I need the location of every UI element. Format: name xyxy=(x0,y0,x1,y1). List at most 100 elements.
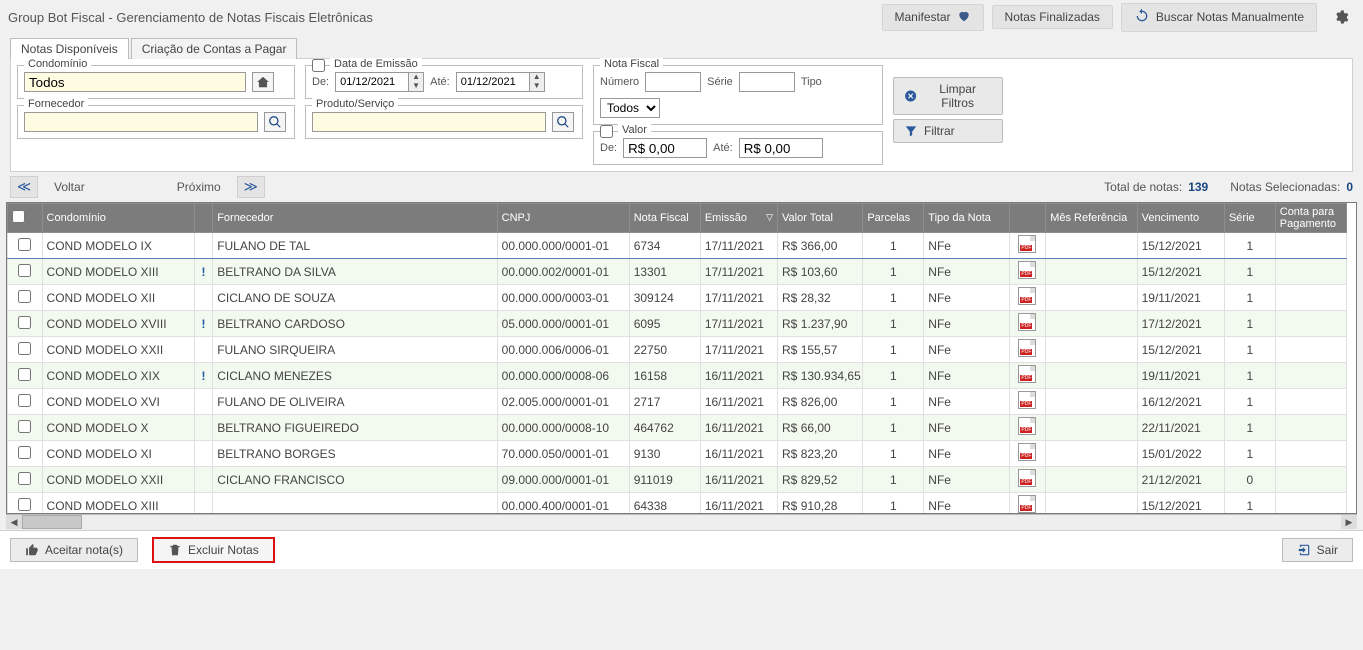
data-ate-input[interactable]: ▲▼ xyxy=(456,72,545,92)
table-row[interactable]: COND MODELO XVIFULANO DE OLIVEIRA02.005.… xyxy=(8,389,1347,415)
proximo-button[interactable]: ≫ xyxy=(237,176,265,198)
pdf-icon[interactable] xyxy=(1018,313,1036,331)
row-checkbox[interactable] xyxy=(18,394,31,407)
settings-button[interactable] xyxy=(1327,3,1355,31)
table-row[interactable]: COND MODELO XBELTRANO FIGUEIREDO00.000.0… xyxy=(8,415,1347,441)
col-valor[interactable]: Valor Total xyxy=(778,204,863,233)
scroll-left-icon[interactable]: ◀ xyxy=(6,515,22,529)
table-row[interactable]: COND MODELO XVIII!BELTRANO CARDOSO05.000… xyxy=(8,311,1347,337)
buscar-notas-button[interactable]: Buscar Notas Manualmente xyxy=(1121,3,1317,32)
alert-icon: ! xyxy=(202,317,206,331)
cell-alert xyxy=(194,233,212,259)
voltar-button[interactable]: ≪ xyxy=(10,176,38,198)
col-fornecedor[interactable]: Fornecedor xyxy=(213,204,497,233)
sair-button[interactable]: Sair xyxy=(1282,538,1353,562)
cell-parcelas: 1 xyxy=(863,415,924,441)
row-checkbox[interactable] xyxy=(18,446,31,459)
col-vencimento[interactable]: Vencimento xyxy=(1137,204,1224,233)
row-checkbox[interactable] xyxy=(18,238,31,251)
condominio-lookup-button[interactable] xyxy=(252,72,274,92)
filtrar-button[interactable]: Filtrar xyxy=(893,119,1003,143)
col-conta[interactable]: Conta para Pagamento xyxy=(1275,204,1346,233)
table-row[interactable]: COND MODELO XXIIFULANO SIRQUEIRA00.000.0… xyxy=(8,337,1347,363)
row-checkbox[interactable] xyxy=(18,316,31,329)
valor-checkbox[interactable] xyxy=(600,125,613,138)
cell-fornecedor: FULANO DE TAL xyxy=(213,233,497,259)
manifestar-button[interactable]: Manifestar xyxy=(882,4,984,31)
valor-legend: Valor xyxy=(618,124,651,136)
col-cnpj[interactable]: CNPJ xyxy=(497,204,629,233)
app-title: Group Bot Fiscal - Gerenciamento de Nota… xyxy=(8,10,373,25)
chevron-down-icon[interactable]: ▼ xyxy=(530,82,544,91)
cell-conta xyxy=(1275,389,1346,415)
pdf-icon[interactable] xyxy=(1018,235,1036,253)
tab-contas-pagar[interactable]: Criação de Contas a Pagar xyxy=(131,38,298,59)
cell-pdf xyxy=(1009,285,1046,311)
cell-valor: R$ 130.934,65 xyxy=(778,363,863,389)
table-row[interactable]: COND MODELO XIX!CICLANO MENEZES00.000.00… xyxy=(8,363,1347,389)
table-row[interactable]: COND MODELO XXIICICLANO FRANCISCO09.000.… xyxy=(8,467,1347,493)
valor-ate-input[interactable] xyxy=(739,138,823,158)
excluir-notas-button[interactable]: Excluir Notas xyxy=(152,537,275,563)
serie-input[interactable] xyxy=(739,72,795,92)
cell-pdf xyxy=(1009,467,1046,493)
col-emissao[interactable]: Emissão xyxy=(700,204,777,233)
row-checkbox[interactable] xyxy=(18,368,31,381)
pdf-icon[interactable] xyxy=(1018,391,1036,409)
col-serie[interactable]: Série xyxy=(1224,204,1275,233)
table-row[interactable]: COND MODELO XIII!BELTRANO DA SILVA00.000… xyxy=(8,259,1347,285)
pdf-icon[interactable] xyxy=(1018,287,1036,305)
row-checkbox[interactable] xyxy=(18,498,31,511)
row-checkbox[interactable] xyxy=(18,290,31,303)
col-nota-fiscal[interactable]: Nota Fiscal xyxy=(629,204,700,233)
aceitar-notas-button[interactable]: Aceitar nota(s) xyxy=(10,538,138,562)
pdf-icon[interactable] xyxy=(1018,365,1036,383)
cell-cnpj: 00.000.000/0008-10 xyxy=(497,415,629,441)
col-condominio[interactable]: Condomínio xyxy=(42,204,194,233)
cell-fornecedor: CICLANO DE SOUZA xyxy=(213,285,497,311)
cell-condominio: COND MODELO XII xyxy=(42,285,194,311)
nota-fiscal-legend: Nota Fiscal xyxy=(600,58,663,70)
row-checkbox[interactable] xyxy=(18,420,31,433)
table-row[interactable]: COND MODELO XIII00.000.400/0001-01643381… xyxy=(8,493,1347,514)
limpar-label: Limpar Filtros xyxy=(923,82,992,110)
pdf-icon[interactable] xyxy=(1018,469,1036,487)
col-mes[interactable]: Mês Referência xyxy=(1046,204,1137,233)
pdf-icon[interactable] xyxy=(1018,443,1036,461)
numero-input[interactable] xyxy=(645,72,701,92)
valor-de-input[interactable] xyxy=(623,138,707,158)
pdf-icon[interactable] xyxy=(1018,417,1036,435)
limpar-filtros-button[interactable]: Limpar Filtros xyxy=(893,77,1003,115)
pdf-icon[interactable] xyxy=(1018,261,1036,279)
select-all-checkbox[interactable] xyxy=(12,210,25,223)
chevron-down-icon[interactable]: ▼ xyxy=(409,82,423,91)
produto-search-button[interactable] xyxy=(552,112,574,132)
data-emissao-checkbox[interactable] xyxy=(312,59,325,72)
notas-finalizadas-button[interactable]: Notas Finalizadas xyxy=(992,5,1113,29)
scroll-thumb[interactable] xyxy=(22,515,82,529)
cell-emissao: 16/11/2021 xyxy=(700,441,777,467)
pdf-icon[interactable] xyxy=(1018,495,1036,513)
produto-input[interactable] xyxy=(312,112,546,132)
horizontal-scrollbar[interactable]: ◀ ▶ xyxy=(6,514,1357,530)
table-row[interactable]: COND MODELO IXFULANO DE TAL00.000.000/00… xyxy=(8,233,1347,259)
table-row[interactable]: COND MODELO XIICICLANO DE SOUZA00.000.00… xyxy=(8,285,1347,311)
row-checkbox[interactable] xyxy=(18,264,31,277)
refresh-icon xyxy=(1134,8,1150,27)
data-de-input[interactable]: ▲▼ xyxy=(335,72,424,92)
tab-notas-disponiveis[interactable]: Notas Disponíveis xyxy=(10,38,129,59)
col-parcelas[interactable]: Parcelas xyxy=(863,204,924,233)
tipo-select[interactable]: Todos xyxy=(600,98,660,118)
col-tipo[interactable]: Tipo da Nota xyxy=(924,204,1009,233)
valor-de-label: De: xyxy=(600,142,617,154)
gear-icon xyxy=(1333,9,1349,25)
condominio-input[interactable] xyxy=(24,72,246,92)
fornecedor-input[interactable] xyxy=(24,112,258,132)
table-row[interactable]: COND MODELO XIBELTRANO BORGES70.000.050/… xyxy=(8,441,1347,467)
fornecedor-search-button[interactable] xyxy=(264,112,286,132)
cell-serie: 0 xyxy=(1224,467,1275,493)
row-checkbox[interactable] xyxy=(18,472,31,485)
scroll-right-icon[interactable]: ▶ xyxy=(1341,515,1357,529)
pdf-icon[interactable] xyxy=(1018,339,1036,357)
row-checkbox[interactable] xyxy=(18,342,31,355)
